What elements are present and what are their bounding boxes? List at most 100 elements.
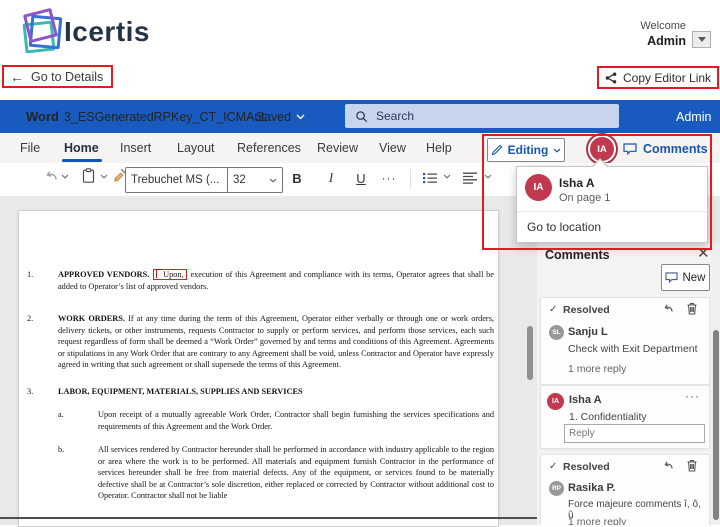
inserted-text: Upon, — [163, 270, 184, 279]
welcome-block: Welcome Admin — [600, 20, 686, 49]
comment-text: Check with Exit Department — [568, 343, 698, 355]
tab-references[interactable]: References — [237, 133, 301, 163]
user-menu-button[interactable] — [692, 31, 711, 48]
comment-card[interactable]: ✓ Resolved SL Sanju L Check with Exit De… — [540, 297, 710, 385]
search-icon — [355, 110, 368, 123]
go-to-details-link[interactable]: ← Go to Details — [2, 65, 113, 88]
tab-insert[interactable]: Insert — [120, 133, 151, 163]
bullet-list-button[interactable] — [422, 172, 438, 184]
clause-heading: WORK ORDERS. — [58, 314, 125, 323]
clause-heading: APPROVED VENDORS. — [58, 270, 149, 279]
clause-body: Upon receipt of a mutually agreeable Wor… — [98, 410, 494, 431]
tab-help[interactable]: Help — [426, 133, 452, 163]
annotation-inserted-text-box: Upon, — [153, 269, 187, 280]
list-letter: b. — [58, 444, 64, 456]
undo-button[interactable] — [44, 170, 58, 182]
new-comment-button[interactable]: New — [661, 264, 710, 291]
align-button[interactable] — [462, 172, 478, 184]
paste-button[interactable] — [82, 168, 95, 183]
presence-popup: IA Isha A On page 1 Go to location — [516, 166, 708, 243]
share-icon — [605, 72, 617, 84]
app-header: Icertis Welcome Admin ← Go to Details Co… — [0, 0, 720, 100]
chevron-down-icon — [296, 114, 305, 120]
icertis-logo: Icertis — [14, 8, 164, 54]
italic-button[interactable]: I — [322, 166, 340, 190]
avatar: SL — [549, 325, 564, 340]
doc-paragraph-1: 1. APPROVED VENDORS. Upon, execution of … — [19, 269, 498, 292]
welcome-label: Welcome — [600, 20, 686, 34]
search-input[interactable]: Search — [345, 104, 619, 128]
search-placeholder: Search — [376, 109, 414, 123]
reopen-icon[interactable] — [662, 460, 674, 472]
comment-card[interactable]: IA Isha A ··· 1. Confidentiality — [540, 385, 710, 449]
chevron-down-icon — [269, 178, 277, 183]
reopen-icon[interactable] — [662, 303, 674, 315]
new-comment-icon — [665, 272, 678, 283]
clause-heading: LABOR, EQUIPMENT, MATERIALS, SUPPLIES AN… — [58, 387, 303, 396]
comment-author: Sanju L — [568, 326, 608, 338]
close-icon[interactable]: ✕ — [697, 244, 710, 262]
doc-paragraph-a: a. Upon receipt of a mutually agreeable … — [19, 409, 498, 432]
comment-author: Isha A — [569, 394, 602, 406]
document-title[interactable]: 3_ESGeneratedRPKey_CT_ICMAut... — [64, 100, 275, 133]
comment-author: Rasika P. — [568, 482, 616, 494]
icertis-word-editor-page: { "header": { "logo_text": "Icertis", "w… — [0, 0, 720, 525]
more-replies-link[interactable]: 1 more reply — [568, 363, 626, 375]
resolved-label: Resolved — [563, 461, 610, 473]
paste-menu-chevron[interactable] — [100, 174, 108, 179]
comments-toggle-button[interactable]: Comments — [623, 138, 708, 160]
avatar: RP — [549, 481, 564, 496]
bold-button[interactable]: B — [288, 166, 306, 190]
font-size-select[interactable]: 32 — [227, 167, 283, 193]
more-replies-link[interactable]: 1 more reply — [568, 516, 626, 525]
popup-divider — [517, 211, 707, 212]
resolved-label: Resolved — [563, 304, 610, 316]
toolbar-separator — [410, 169, 411, 189]
delete-icon[interactable] — [686, 302, 698, 315]
tab-file[interactable]: File — [20, 133, 40, 163]
comment-text: 1. Confidentiality — [569, 411, 647, 423]
logo-text: Icertis — [64, 16, 150, 48]
word-bar-user-name[interactable]: Admin — [676, 100, 711, 133]
underline-button[interactable]: U — [352, 166, 370, 190]
font-name-select[interactable]: Trebuchet MS (... — [125, 167, 240, 193]
document-scrollbar-thumb[interactable] — [527, 326, 533, 380]
go-to-location-action[interactable]: Go to location — [527, 220, 601, 234]
tracked-change-caret — [156, 269, 162, 278]
tab-layout[interactable]: Layout — [177, 133, 215, 163]
chevron-down-icon — [553, 148, 561, 153]
tab-review[interactable]: Review — [317, 133, 358, 163]
presence-user-name: Isha A — [559, 176, 595, 190]
align-chevron[interactable] — [484, 174, 492, 179]
undo-menu-chevron[interactable] — [61, 174, 69, 179]
back-arrow-icon: ← — [10, 70, 24, 84]
comment-options-icon[interactable]: ··· — [685, 389, 700, 403]
tab-view[interactable]: View — [379, 133, 406, 163]
document-viewport-bottom-edge — [0, 517, 537, 519]
chevron-down-icon — [698, 37, 706, 42]
check-icon: ✓ — [549, 304, 557, 315]
word-app-name[interactable]: Word — [26, 100, 59, 133]
check-icon: ✓ — [549, 461, 557, 472]
doc-paragraph-3: 3. LABOR, EQUIPMENT, MATERIALS, SUPPLIES… — [19, 386, 498, 398]
welcome-user-name: Admin — [600, 34, 686, 50]
doc-paragraph-b: b. All services rendered by Contractor h… — [19, 444, 498, 502]
editing-mode-button[interactable]: Editing — [487, 138, 565, 162]
presence-location: On page 1 — [559, 192, 610, 204]
reply-input[interactable] — [564, 424, 705, 443]
list-number: 2. — [27, 313, 33, 325]
bullet-list-chevron[interactable] — [443, 174, 451, 179]
comment-bubble-icon — [623, 143, 637, 155]
save-status[interactable]: - Saved — [248, 100, 305, 133]
toolbar-overflow-button[interactable]: ··· — [380, 166, 398, 190]
comment-card[interactable]: ✓ Resolved RP Rasika P. Force majeure co… — [540, 454, 710, 525]
comments-scrollbar-thumb[interactable] — [713, 330, 719, 520]
delete-icon[interactable] — [686, 459, 698, 472]
copy-editor-link-button[interactable]: Copy Editor Link — [597, 66, 719, 89]
document-page[interactable]: 1. APPROVED VENDORS. Upon, execution of … — [18, 210, 499, 527]
avatar: IA — [547, 393, 564, 410]
pencil-icon — [491, 144, 503, 156]
list-number: 1. — [27, 269, 33, 281]
avatar: IA — [525, 174, 552, 201]
copy-editor-link-label: Copy Editor Link — [623, 71, 711, 85]
